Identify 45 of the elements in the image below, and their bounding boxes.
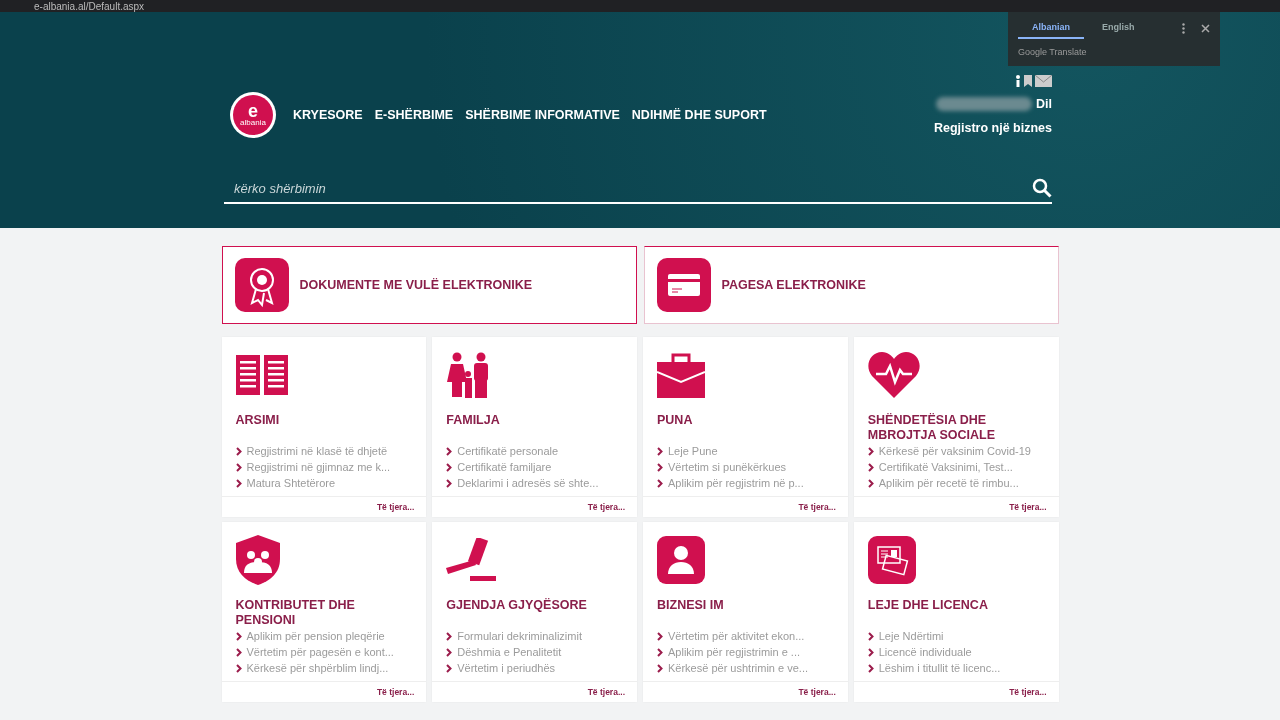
address-bar-url[interactable]: e-albania.al/Default.aspx	[34, 2, 145, 12]
category-title[interactable]: KONTRIBUTET DHE PENSIONI	[235, 598, 413, 628]
e-albania-logo[interactable]: e albania	[230, 92, 276, 138]
search-field[interactable]: kërko shërbimin	[232, 179, 1032, 197]
briefcase-icon	[657, 352, 705, 398]
category-title[interactable]: GJENDJA GJYQËSORE	[446, 598, 623, 628]
more-link[interactable]: Të tjera...	[587, 687, 625, 697]
award-ribbon-icon	[234, 258, 289, 312]
close-icon[interactable]	[1201, 24, 1210, 33]
more-link[interactable]: Të tjera...	[798, 502, 836, 512]
featured-service-card[interactable]: PAGESA ELEKTRONIKE	[643, 246, 1059, 324]
featured-title: PAGESA ELEKTRONIKE	[721, 278, 866, 292]
category-title[interactable]: BIZNESI IM	[657, 598, 834, 628]
more-link[interactable]: Të tjera...	[1009, 502, 1047, 512]
category-title[interactable]: ARSIMI	[235, 413, 413, 443]
bookmark-icon[interactable]	[1024, 75, 1032, 87]
open-book-icon	[235, 355, 288, 395]
more-link[interactable]: Të tjera...	[376, 502, 415, 512]
language-tab[interactable]: English	[1088, 18, 1149, 39]
businessman-icon	[657, 536, 705, 584]
more-link[interactable]: Të tjera...	[798, 687, 836, 697]
logout-link[interactable]: Dil	[1036, 97, 1052, 111]
category-title[interactable]: FAMILJA	[446, 413, 623, 443]
payment-card-icon	[656, 258, 711, 312]
nav-link[interactable]: NDIHMË DHE SUPORT	[631, 108, 767, 122]
heart-pulse-icon	[867, 352, 920, 398]
more-link[interactable]: Të tjera...	[587, 502, 625, 512]
more-options-icon[interactable]	[1182, 23, 1185, 34]
info-icon[interactable]	[1015, 75, 1021, 87]
more-link[interactable]: Të tjera...	[1009, 687, 1047, 697]
license-card-icon	[867, 536, 916, 584]
register-business-link[interactable]: Regjistro një biznes	[933, 121, 1052, 135]
nav-link[interactable]: SHËRBIME INFORMATIVE	[465, 108, 620, 122]
more-link[interactable]: Të tjera...	[376, 687, 415, 697]
category-title[interactable]: LEJE DHE LICENCA	[867, 598, 1045, 628]
popup-footer-text: Google Translate	[1018, 47, 1088, 57]
search-icon[interactable]	[1032, 178, 1052, 198]
category-title[interactable]: SHËNDETËSIA DHE MBROJTJA SOCIALE	[867, 413, 1045, 443]
nav-link[interactable]: E-SHËRBIME	[374, 108, 454, 122]
language-tab[interactable]: Albanian	[1018, 18, 1084, 39]
category-title[interactable]: PUNA	[657, 413, 834, 443]
featured-service-card[interactable]: DOKUMENTE ME VULË ELEKTRONIKE	[221, 246, 637, 324]
nav-link[interactable]: KRYESORE	[293, 108, 363, 122]
shield-family-icon	[235, 535, 280, 585]
featured-title: DOKUMENTE ME VULË ELEKTRONIKE	[299, 278, 533, 292]
